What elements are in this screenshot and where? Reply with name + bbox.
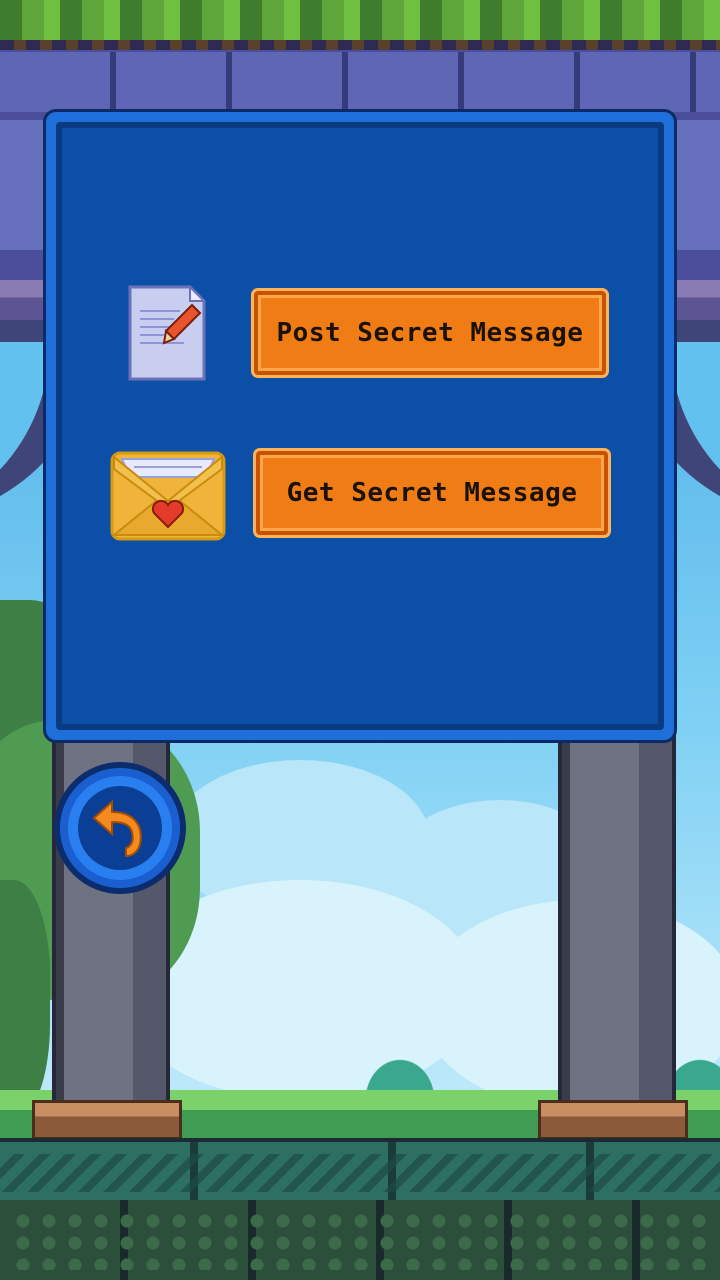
ceiling-panels [0, 52, 720, 112]
post-secret-message-label: Post Secret Message [276, 318, 584, 348]
ground-stones [0, 1200, 720, 1280]
post-secret-message-button[interactable]: Post Secret Message [254, 291, 606, 375]
pillar-base-right [538, 1100, 688, 1140]
post-message-row: Post Secret Message [62, 283, 658, 383]
secret-message-dialog: Post Secret Message Get Secret Message [46, 112, 674, 740]
dialog-panel: Post Secret Message Get Secret Message [56, 122, 664, 730]
get-secret-message-button[interactable]: Get Secret Message [256, 451, 608, 535]
envelope-heart-icon [110, 451, 226, 541]
pillar-base-left [32, 1100, 182, 1140]
get-secret-message-label: Get Secret Message [286, 478, 578, 508]
get-message-row: Get Secret Message [62, 443, 658, 543]
vines [0, 0, 720, 50]
document-pencil-icon [128, 284, 207, 381]
undo-arrow-icon [92, 799, 142, 858]
pillar-right [558, 735, 676, 1105]
back-button[interactable] [54, 762, 186, 894]
ground-tiles [0, 1138, 720, 1204]
